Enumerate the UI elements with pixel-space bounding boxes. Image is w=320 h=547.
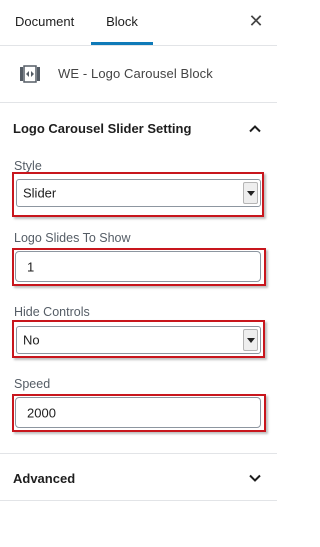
dropdown-arrow-icon[interactable]: [243, 182, 258, 204]
hide-controls-select[interactable]: No: [16, 326, 261, 354]
sidebar-tabs: Document Block ✕: [0, 0, 277, 46]
panel-toggle-advanced[interactable]: Advanced: [0, 454, 277, 500]
speed-value: 2000: [27, 405, 56, 420]
speed-label: Speed: [14, 377, 51, 391]
chevron-down-icon: [249, 474, 261, 482]
logo-slides-label: Logo Slides To Show: [14, 231, 131, 245]
tab-block[interactable]: Block: [91, 0, 153, 46]
logo-slides-value: 1: [27, 259, 35, 274]
logo-slides-input[interactable]: 1: [15, 251, 261, 282]
style-select-value: Slider: [23, 185, 57, 201]
dropdown-arrow-icon[interactable]: [243, 329, 258, 351]
block-card: WE - Logo Carousel Block: [0, 46, 277, 103]
close-icon[interactable]: ✕: [247, 12, 265, 30]
divider: [0, 500, 277, 501]
style-label: Style: [14, 159, 42, 173]
hide-controls-label: Hide Controls: [14, 305, 90, 319]
hide-controls-value: No: [23, 332, 40, 348]
active-tab-indicator: [91, 42, 153, 45]
panel-title: Logo Carousel Slider Setting: [13, 121, 192, 136]
block-title: WE - Logo Carousel Block: [58, 66, 213, 81]
carousel-block-icon: [20, 65, 40, 83]
chevron-up-icon: [249, 125, 261, 133]
tab-document[interactable]: Document: [15, 0, 74, 46]
speed-input[interactable]: 2000: [15, 397, 261, 428]
style-select[interactable]: Slider: [16, 179, 261, 207]
panel-toggle-logo-carousel-settings[interactable]: Logo Carousel Slider Setting: [0, 103, 277, 151]
advanced-title: Advanced: [13, 471, 76, 486]
